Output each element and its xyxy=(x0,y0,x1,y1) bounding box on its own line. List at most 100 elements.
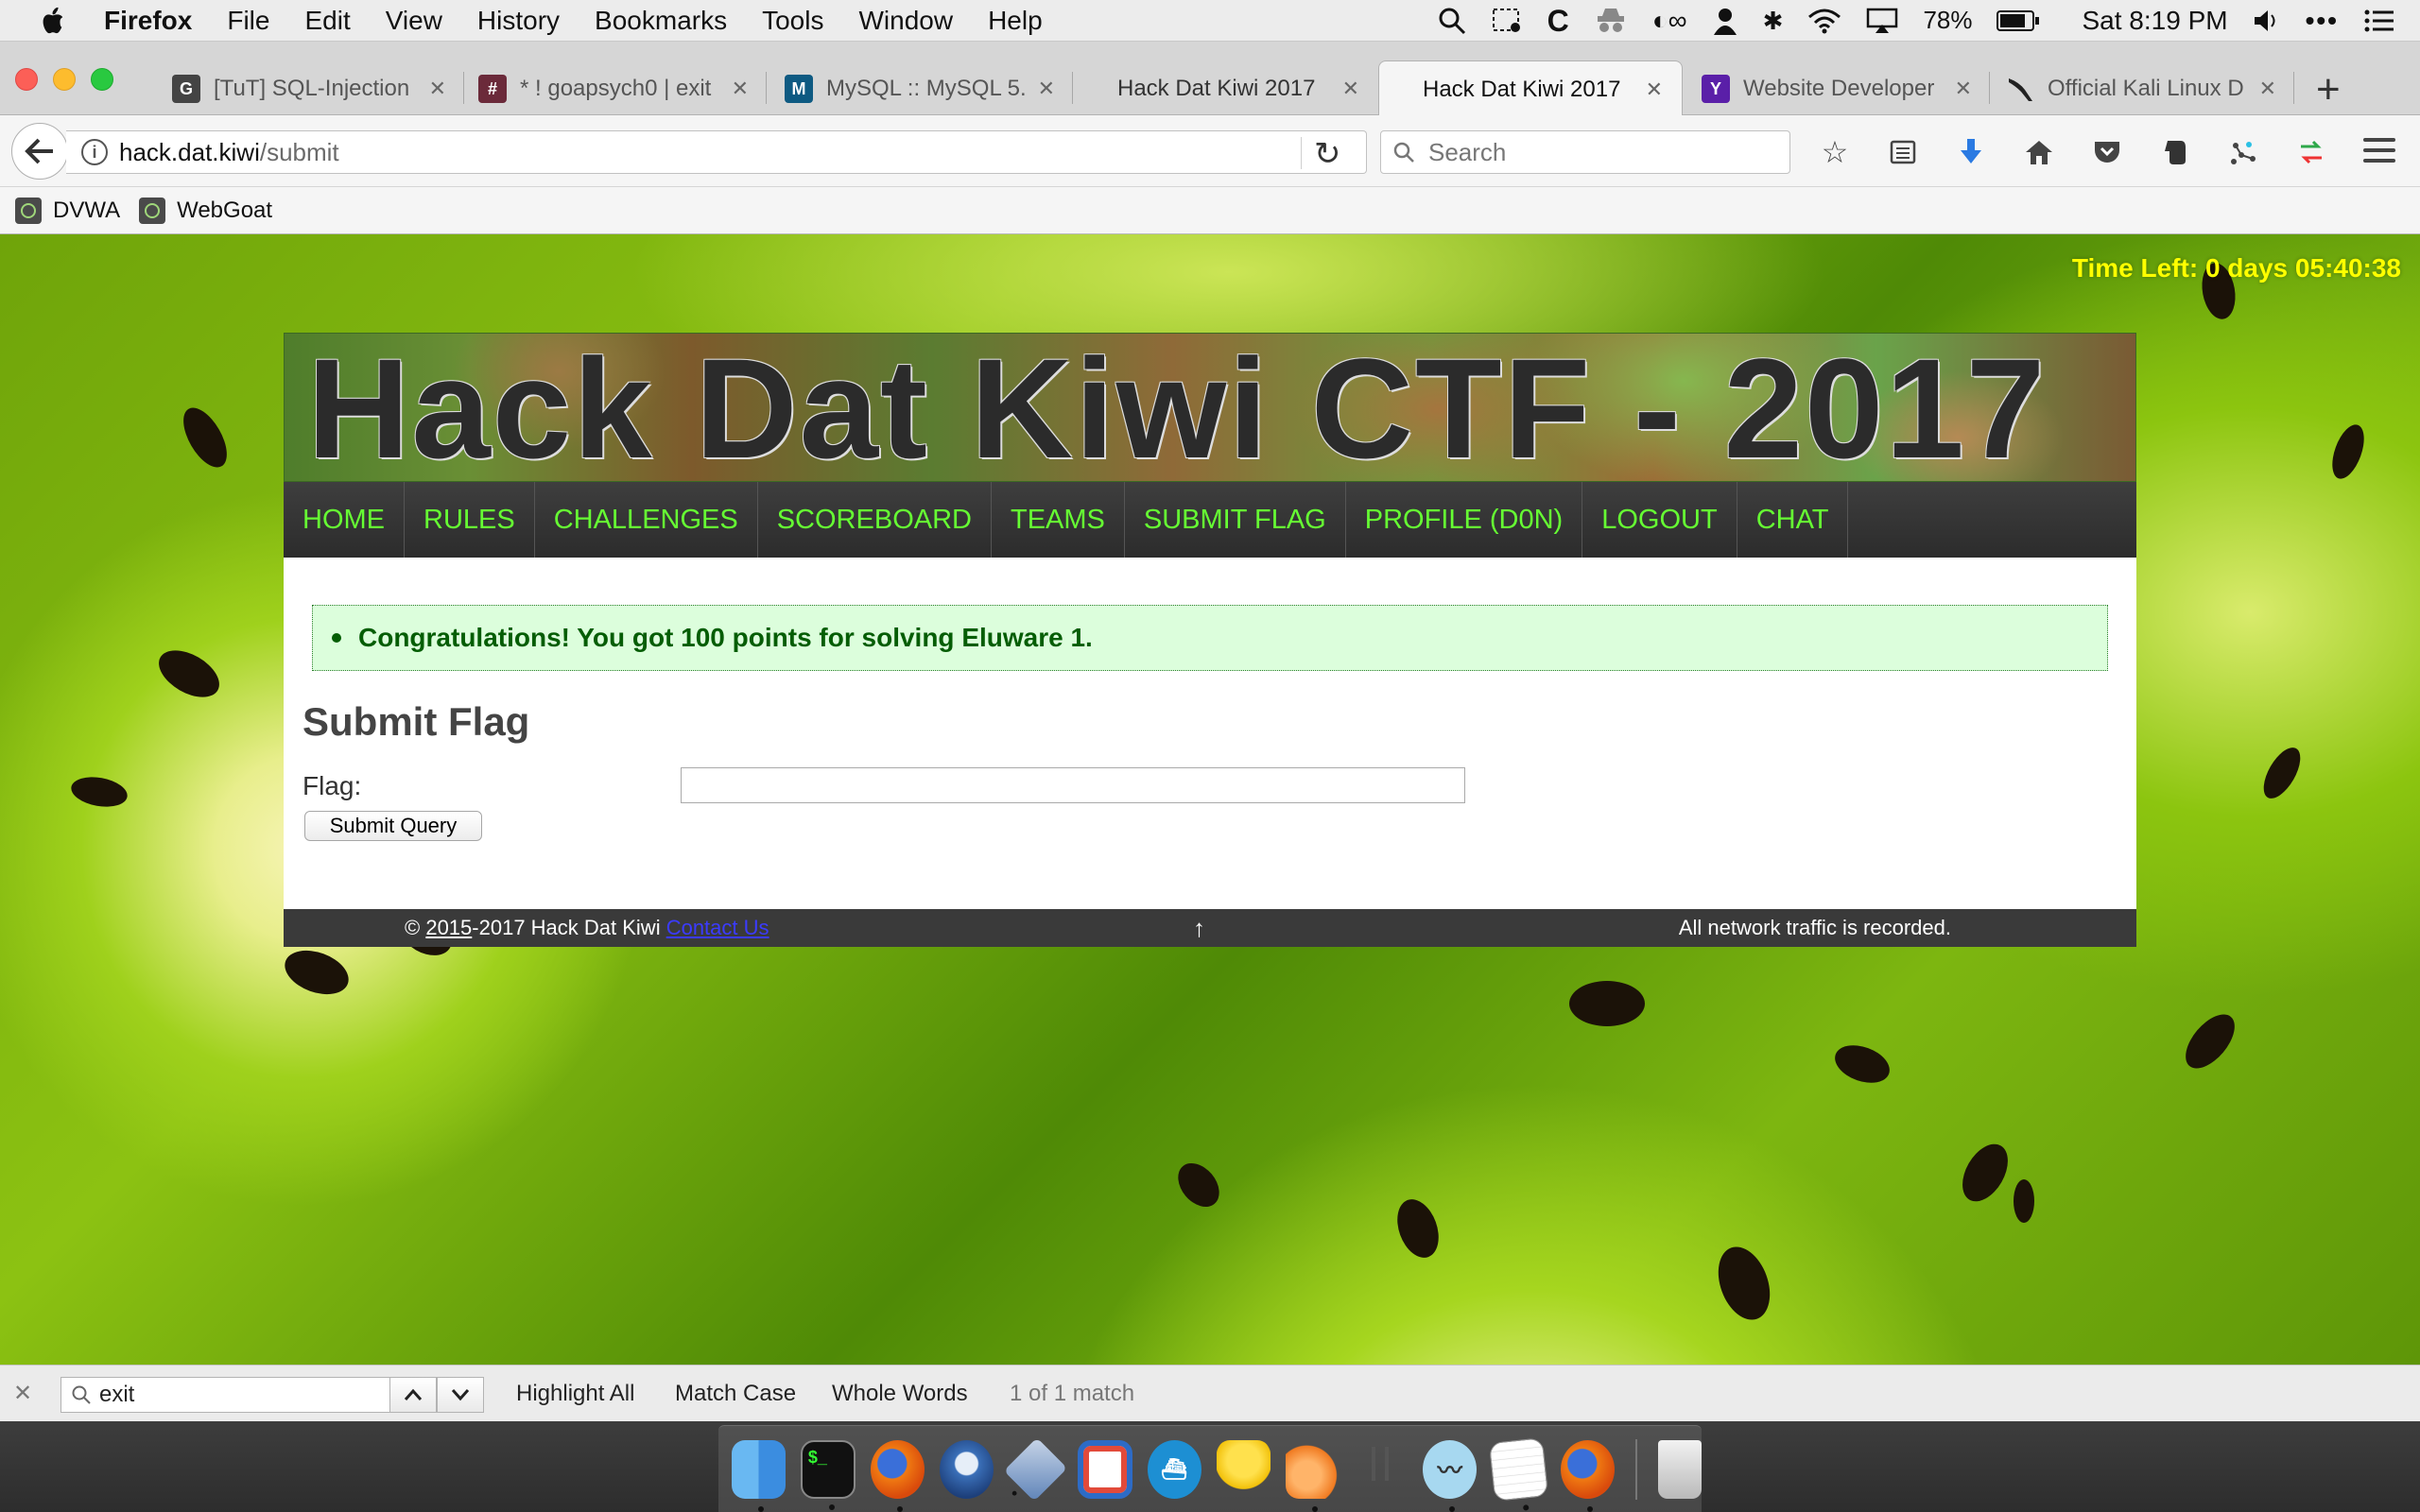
user-silhouette-icon[interactable] xyxy=(1712,7,1738,35)
window-close-button[interactable] xyxy=(15,68,38,91)
vmware-icon[interactable] xyxy=(1077,1439,1132,1499)
find-match-count: 1 of 1 match xyxy=(1010,1381,1135,1406)
tab-close-icon[interactable]: ✕ xyxy=(2259,77,2276,101)
tab-mysql[interactable]: M MySQL :: MySQL 5.7 ✕ xyxy=(785,62,1055,115)
menu-help[interactable]: Help xyxy=(988,6,1043,36)
spotlight-search-icon[interactable] xyxy=(1438,7,1466,35)
crosshair-icon[interactable] xyxy=(1354,1440,1408,1499)
menu-app-name[interactable]: Firefox xyxy=(104,6,192,36)
incognito-icon[interactable] xyxy=(1594,7,1628,35)
site-banner: Hack Dat Kiwi CTF - 2017 xyxy=(284,333,2136,482)
site-info-icon[interactable]: i xyxy=(81,139,108,165)
volume-icon[interactable] xyxy=(2253,8,2281,34)
tab-close-icon[interactable]: ✕ xyxy=(1342,77,1359,101)
whole-words-toggle[interactable]: Whole Words xyxy=(832,1381,968,1407)
reading-list-icon[interactable] xyxy=(1881,134,1925,170)
extension-sparkle-icon[interactable] xyxy=(2221,134,2265,170)
thunderbird-icon[interactable] xyxy=(940,1439,994,1499)
window-zoom-button[interactable] xyxy=(91,68,113,91)
mustache-icon[interactable]: 〰 xyxy=(1423,1439,1478,1512)
tab-favicon-hash-icon: # xyxy=(478,75,507,103)
tab-hack-dat-kiwi-1[interactable]: Hack Dat Kiwi 2017 ✕ xyxy=(1117,62,1359,115)
nav-rules[interactable]: RULES xyxy=(405,482,535,558)
menu-bookmarks[interactable]: Bookmarks xyxy=(595,6,727,36)
bluetooth-icon[interactable]: ✱ xyxy=(1763,9,1784,33)
tab-close-icon[interactable]: ✕ xyxy=(429,77,446,101)
match-case-toggle[interactable]: Match Case xyxy=(675,1381,796,1407)
tab-sql-injection[interactable]: G [TuT] SQL-Injection ✕ xyxy=(172,62,446,115)
nav-scoreboard[interactable]: SCOREBOARD xyxy=(758,482,992,558)
reload-icon[interactable]: ↻ xyxy=(1314,135,1341,173)
tab-goapsych0[interactable]: # * ! goapsych0 | exit ✕ xyxy=(478,62,749,115)
more-icon[interactable]: ••• xyxy=(2306,7,2339,34)
url-host: hack.dat.kiwi xyxy=(119,137,260,166)
virtualbox-icon[interactable] xyxy=(1003,1436,1068,1502)
burp-icon[interactable] xyxy=(1285,1439,1340,1512)
terminal-icon[interactable]: $_ xyxy=(800,1439,856,1510)
battery-icon[interactable] xyxy=(1996,9,2040,32)
tab-close-icon[interactable]: ✕ xyxy=(1038,77,1055,101)
find-previous-button[interactable] xyxy=(389,1377,437,1413)
nav-home[interactable]: HOME xyxy=(284,482,405,558)
evernote-icon[interactable] xyxy=(2153,134,2197,170)
tab-website-developer[interactable]: Y Website Developer ✕ xyxy=(1702,62,1972,115)
cyberduck-icon[interactable] xyxy=(1216,1439,1270,1499)
wifi-icon[interactable] xyxy=(1807,8,1841,34)
menu-tools[interactable]: Tools xyxy=(762,6,823,36)
sync-arrows-icon[interactable] xyxy=(2290,134,2333,170)
tab-kali-linux[interactable]: Official Kali Linux D ✕ xyxy=(2006,62,2276,115)
tab-close-icon[interactable]: ✕ xyxy=(732,77,749,101)
contact-us-link[interactable]: Contact Us xyxy=(666,916,769,939)
time-left-counter: Time Left: 0 days 05:40:38 xyxy=(2071,253,2401,283)
highlight-all-toggle[interactable]: Highlight All xyxy=(516,1381,634,1407)
window-minimize-button[interactable] xyxy=(53,68,76,91)
home-icon[interactable] xyxy=(2017,134,2061,170)
tab-hack-dat-kiwi-active[interactable]: Hack Dat Kiwi 2017 ✕ xyxy=(1378,60,1683,117)
nav-profile[interactable]: PROFILE (D0N) xyxy=(1346,482,1583,558)
finder-icon[interactable] xyxy=(732,1439,786,1512)
textedit-icon[interactable] xyxy=(1489,1436,1549,1511)
find-close-icon[interactable]: ✕ xyxy=(13,1380,32,1407)
bookmark-dvwa[interactable]: DVWA xyxy=(15,197,120,224)
apple-menu-icon[interactable] xyxy=(38,6,66,36)
menu-history[interactable]: History xyxy=(477,6,560,36)
nav-chat[interactable]: CHAT xyxy=(1737,482,1849,558)
firefox-icon[interactable] xyxy=(871,1439,925,1512)
airplay-icon[interactable] xyxy=(1866,8,1898,34)
scroll-top-arrow-icon[interactable]: ↑ xyxy=(1193,914,1205,943)
tab-close-icon[interactable]: ✕ xyxy=(1955,77,1972,101)
pocket-icon[interactable] xyxy=(2085,134,2129,170)
menu-view[interactable]: View xyxy=(386,6,442,36)
find-input[interactable]: exit xyxy=(60,1377,391,1413)
nav-challenges[interactable]: CHALLENGES xyxy=(535,482,758,558)
tab-close-icon[interactable]: ✕ xyxy=(1646,77,1663,102)
new-tab-button[interactable]: + xyxy=(2316,66,2341,113)
find-bar: ✕ exit Highlight All Match Case Whole Wo… xyxy=(0,1365,2420,1421)
menu-file[interactable]: File xyxy=(227,6,269,36)
firefox-dev-icon[interactable] xyxy=(1561,1439,1616,1512)
bookmark-star-icon[interactable]: ☆ xyxy=(1813,134,1857,170)
screenshot-tool-icon[interactable] xyxy=(1491,7,1523,35)
url-path: /submit xyxy=(259,137,339,166)
nav-logout[interactable]: LOGOUT xyxy=(1582,482,1737,558)
c-app-icon[interactable]: C xyxy=(1547,6,1569,36)
url-bar[interactable]: i hack.dat.kiwi /submit ↻ xyxy=(66,130,1367,174)
flag-input[interactable] xyxy=(681,767,1465,803)
contrast-icon[interactable]: ◐∞ xyxy=(1652,7,1687,34)
tab-label: * ! goapsych0 | exit xyxy=(520,76,712,101)
find-next-button[interactable] xyxy=(437,1377,484,1413)
menu-hamburger-icon[interactable] xyxy=(2363,138,2395,169)
search-bar[interactable]: Search xyxy=(1380,130,1790,174)
docker-icon[interactable]: ⛴ xyxy=(1147,1439,1201,1499)
menu-window[interactable]: Window xyxy=(858,6,953,36)
menubar-clock[interactable]: Sat 8:19 PM xyxy=(2082,6,2227,36)
back-button[interactable] xyxy=(11,123,68,180)
notification-center-icon[interactable] xyxy=(2363,8,2395,34)
nav-submit-flag[interactable]: SUBMIT FLAG xyxy=(1125,482,1346,558)
bookmark-webgoat[interactable]: WebGoat xyxy=(139,197,272,224)
menu-edit[interactable]: Edit xyxy=(304,6,350,36)
nav-teams[interactable]: TEAMS xyxy=(992,482,1125,558)
submit-query-button[interactable]: Submit Query xyxy=(304,811,482,841)
downloads-icon[interactable] xyxy=(1949,134,1993,170)
trash-icon[interactable] xyxy=(1658,1439,1702,1499)
